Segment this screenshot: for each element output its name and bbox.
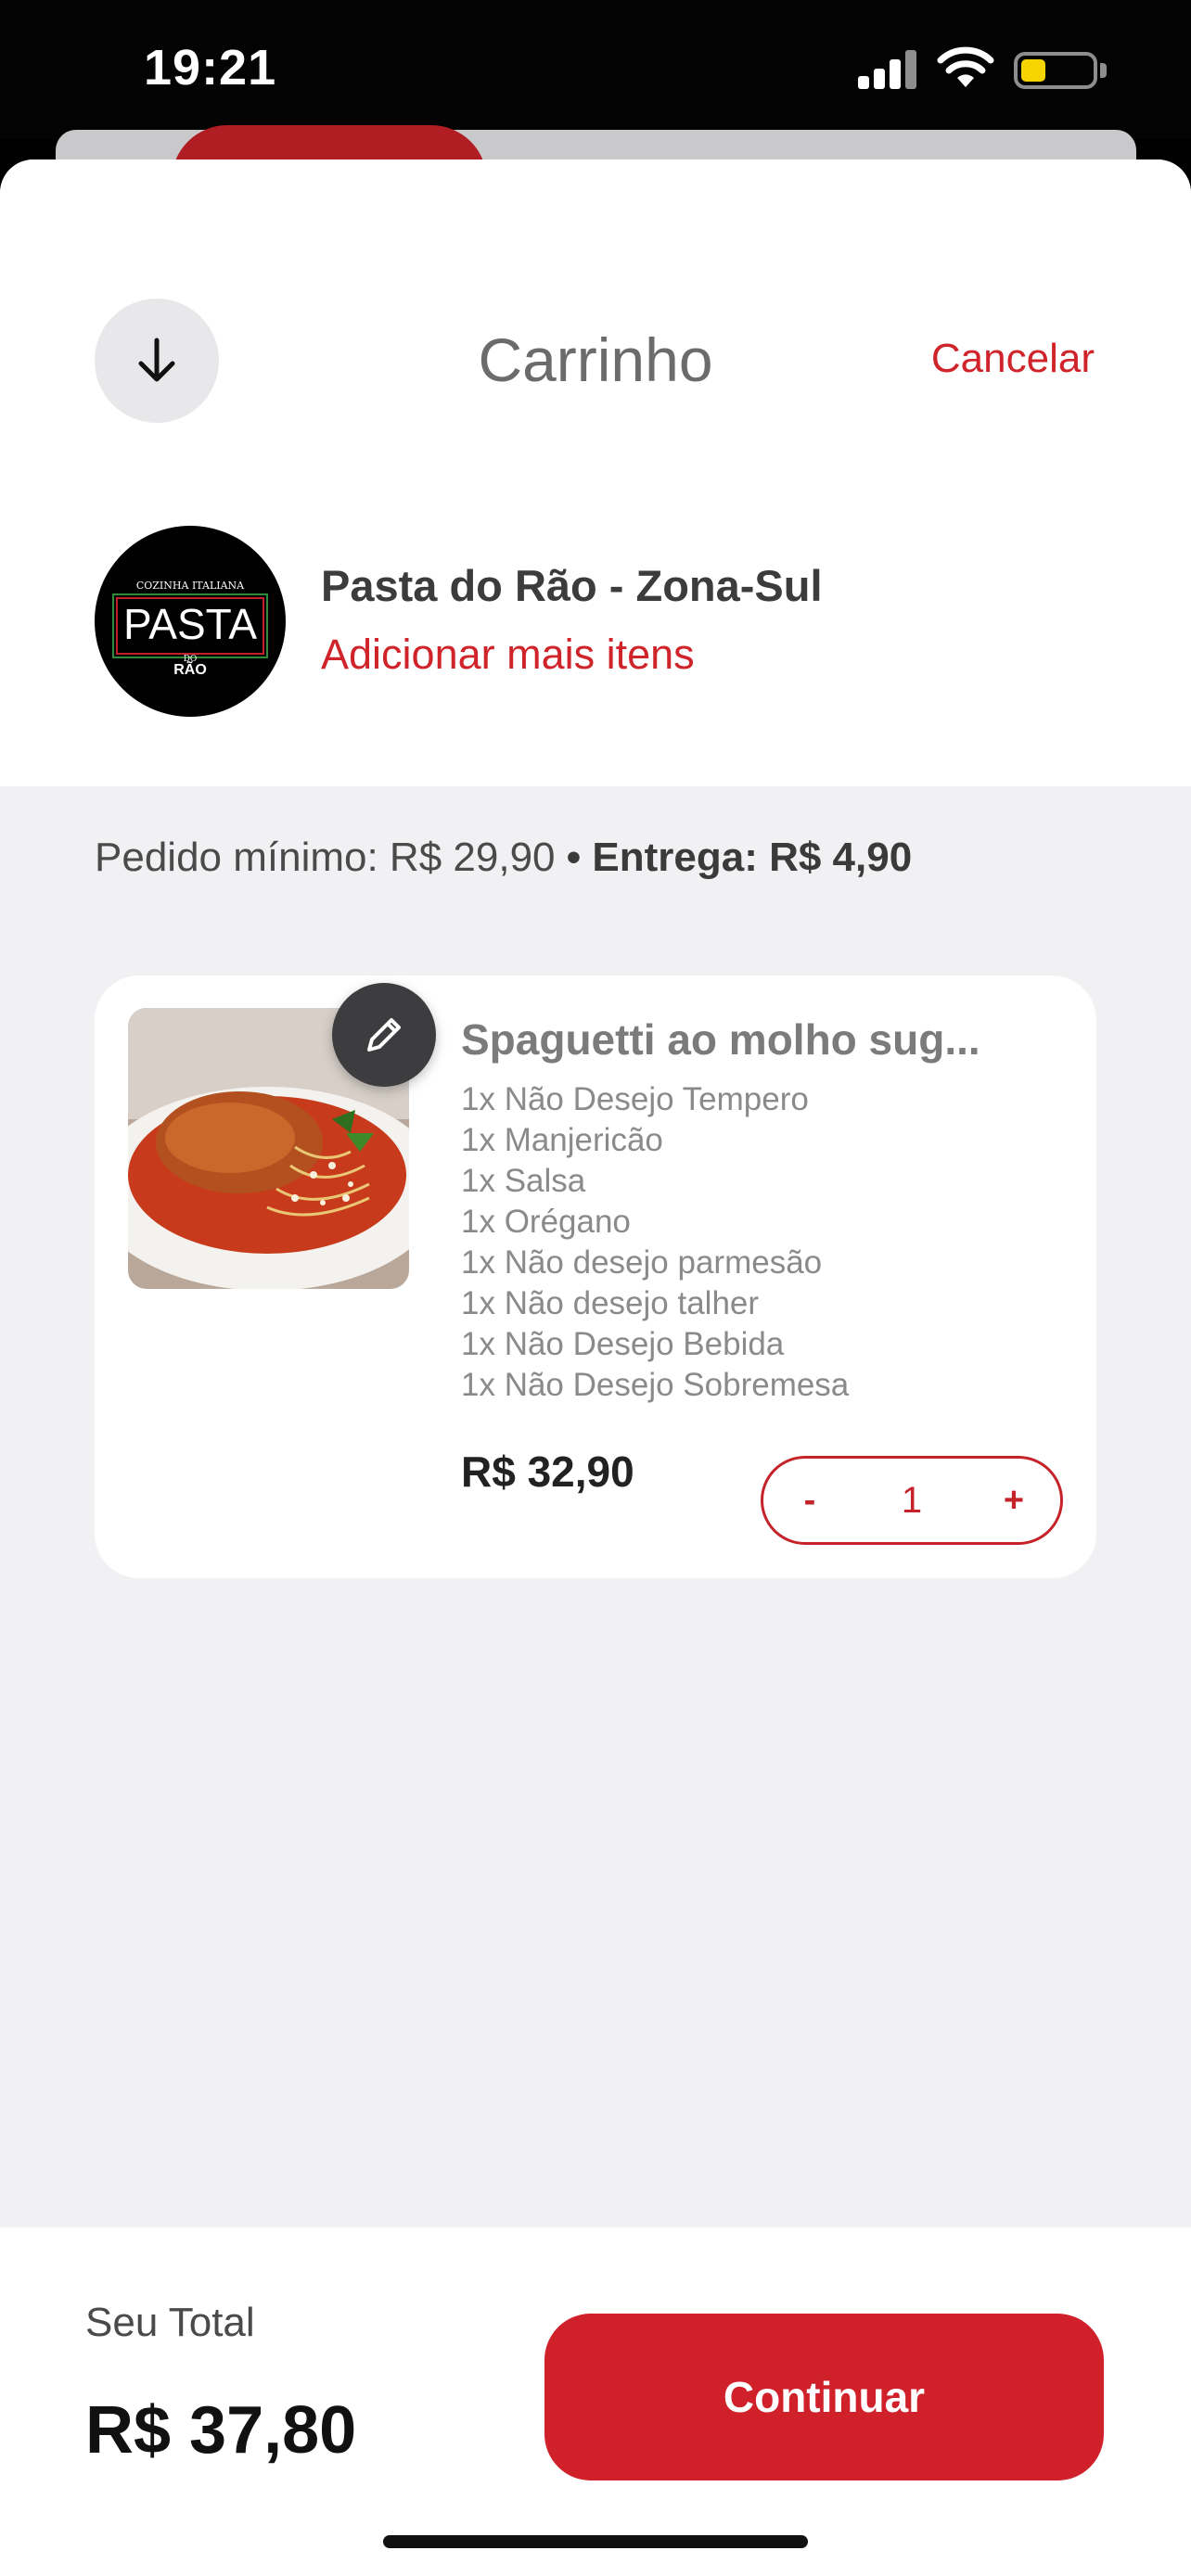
min-order-text: Pedido mínimo: R$ 29,90 [95, 835, 556, 880]
wifi-icon [937, 46, 994, 87]
item-option: 1x Não desejo talher [461, 1285, 760, 1321]
edit-item-button[interactable] [332, 983, 436, 1087]
status-time: 19:21 [144, 40, 277, 96]
quantity-stepper: - 1 + [761, 1456, 1063, 1545]
order-info: Pedido mínimo: R$ 29,90 • Entrega: R$ 4,… [95, 835, 912, 881]
cart-sheet: Carrinho Cancelar COZINHA ITALIANA PASTA… [0, 159, 1191, 2576]
item-name: Spaguetti ao molho sug... [461, 1015, 980, 1064]
pencil-icon [367, 1018, 401, 1052]
cancel-button[interactable]: Cancelar [931, 336, 1095, 382]
decrease-quantity-button[interactable]: - [763, 1459, 856, 1542]
item-option: 1x Não Desejo Tempero [461, 1081, 809, 1117]
item-option: 1x Orégano [461, 1204, 631, 1240]
increase-quantity-button[interactable]: + [967, 1459, 1060, 1542]
delivery-fee-text: Entrega: R$ 4,90 [592, 835, 913, 880]
info-separator: • [566, 835, 582, 880]
battery-nub [1100, 63, 1107, 78]
logo-top-text: COZINHA ITALIANA [136, 580, 245, 592]
total-value: R$ 37,80 [85, 2393, 357, 2468]
item-option: 1x Não Desejo Sobremesa [461, 1367, 850, 1403]
item-option: 1x Salsa [461, 1163, 586, 1199]
cellular-signal-icon [858, 50, 917, 89]
logo-bottom-text: RÃO [173, 659, 207, 678]
store-name: Pasta do Rão - Zona-Sul [321, 561, 823, 610]
item-option: 1x Não Desejo Bebida [461, 1326, 785, 1362]
item-price: R$ 32,90 [461, 1447, 634, 1496]
logo-main-text: PASTA [123, 600, 257, 648]
home-indicator [383, 2535, 808, 2548]
item-options: 1x Não Desejo Tempero 1x Manjericão 1x S… [461, 1079, 849, 1406]
continue-button[interactable]: Continuar [544, 2314, 1104, 2480]
item-option: 1x Manjericão [461, 1122, 663, 1158]
store-logo: COZINHA ITALIANA PASTA DO RÃO [95, 526, 286, 717]
status-bar: 19:21 [0, 0, 1191, 139]
battery-icon [1014, 52, 1097, 89]
add-more-items-link[interactable]: Adicionar mais itens [321, 631, 695, 679]
item-option: 1x Não desejo parmesão [461, 1244, 823, 1281]
quantity-value: 1 [901, 1479, 923, 1521]
total-label: Seu Total [85, 2300, 255, 2345]
